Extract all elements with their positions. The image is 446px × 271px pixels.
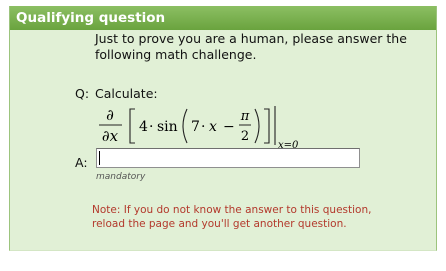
sin-function: sin — [157, 119, 178, 135]
intro-line-2: following math challenge. — [95, 47, 257, 62]
question-label: Q: — [75, 86, 90, 101]
reload-note: Note: If you do not know the answer to t… — [92, 203, 412, 231]
intro-line-1: Just to prove you are a human, please an… — [95, 31, 407, 46]
panel-title: Qualifying question — [10, 6, 436, 30]
formula-graphic: ∂ ∂x 4 · sin 7 · x − π 2 x=0 — [99, 106, 299, 151]
dot-operator-2: · — [201, 119, 205, 135]
note-line-1: Note: If you do not know the answer to t… — [92, 204, 372, 216]
right-paren — [254, 108, 260, 144]
dot-operator-1: · — [149, 119, 153, 135]
minus-sign: − — [223, 119, 235, 135]
left-bracket — [129, 108, 135, 144]
answer-label: A: — [75, 155, 88, 170]
intro-text: Just to prove you are a human, please an… — [95, 31, 415, 63]
inner-coefficient: 7 — [191, 119, 200, 135]
partial-denominator: ∂x — [102, 127, 119, 145]
pi-denominator: 2 — [241, 129, 249, 144]
mandatory-hint: mandatory — [96, 172, 146, 182]
variable-x: x — [209, 119, 217, 135]
coefficient: 4 — [139, 119, 148, 135]
answer-input[interactable] — [96, 148, 360, 168]
text-caret — [99, 151, 100, 165]
pi-numerator: π — [240, 109, 250, 124]
question-prompt: Calculate: — [95, 86, 158, 101]
left-paren — [182, 108, 188, 144]
note-line-2: reload the page and you'll get another q… — [92, 218, 347, 230]
right-bracket — [264, 108, 270, 144]
partial-numerator: ∂ — [106, 106, 114, 124]
